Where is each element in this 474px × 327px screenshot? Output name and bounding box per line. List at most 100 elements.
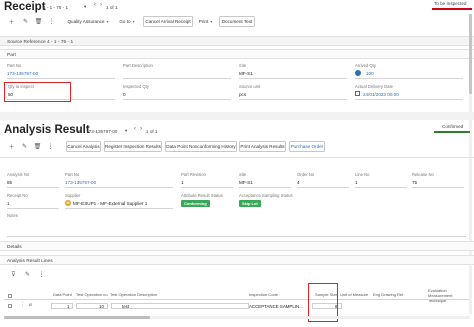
notes-label: Notes xyxy=(7,213,18,218)
inspected-qty-label: Inspected Qty xyxy=(123,84,149,89)
purchase-order-button[interactable]: Purchase Order xyxy=(289,141,325,152)
chevron-down-icon: ▾ xyxy=(84,4,87,9)
print-menu[interactable]: Print ▾ xyxy=(195,16,216,27)
test-operation-description-cell[interactable] xyxy=(111,303,249,309)
analysis-part-no-value[interactable]: 173-135797-00 xyxy=(65,180,96,185)
attribute-result-status-label: Attribute Result Status xyxy=(181,193,223,198)
line-no-underline xyxy=(355,187,407,188)
analysis-status: Confirmed xyxy=(442,124,464,129)
row-checkbox[interactable] xyxy=(8,304,12,308)
actual-delivery-date-label: Actual Delivery Date xyxy=(355,84,393,89)
analysis-pager-next[interactable]: › xyxy=(140,126,142,132)
analysis-site-label: Site xyxy=(239,172,247,177)
go-to-menu[interactable]: Go to ▾ xyxy=(115,16,139,27)
cancel-arrival-receipt-button[interactable]: Cancel Arrival Receipt xyxy=(143,16,193,27)
receipt-record-dropdown[interactable]: ▾ xyxy=(84,4,86,10)
info-icon[interactable] xyxy=(355,70,361,76)
release-no-underline xyxy=(412,187,464,188)
cancel-analysis-button[interactable]: Cancel Analysis xyxy=(66,141,101,152)
receipt-status: To be Inspected xyxy=(434,1,467,6)
page-scrollbar-thumb[interactable] xyxy=(469,14,472,94)
receipt-no-underline xyxy=(7,208,59,209)
pencil-icon[interactable]: ✎ xyxy=(22,269,33,280)
receipt-pager-prev[interactable]: ‹ xyxy=(94,2,96,8)
analysis-record-dropdown[interactable]: ▾ xyxy=(125,128,127,134)
skip-lot-badge: Skip Lot xyxy=(239,200,261,207)
chevron-down-icon: ▾ xyxy=(125,128,128,133)
print-analysis-results-button[interactable]: Print Analysis Results xyxy=(239,141,286,152)
source-reference-label: Source Reference 4 - 1 - 75 - 1 xyxy=(7,39,74,45)
part-description-label: Part Description xyxy=(123,63,153,68)
register-inspection-results-button[interactable]: Register Inspection Results xyxy=(104,141,162,152)
table-row[interactable]: ⋮ ⌀ 1 10 test ACCEPTANCE SAMPLIN... 8 xyxy=(4,300,470,312)
header-data-point[interactable]: Data Point xyxy=(53,292,72,297)
receipt-no-value: 1 xyxy=(7,201,10,206)
dots-icon[interactable]: ⋮ xyxy=(36,269,47,280)
inspected-qty-underline xyxy=(123,99,231,100)
receipt-title: Receipt xyxy=(4,1,46,13)
quality-assurance-label: Quality Assurance xyxy=(67,19,105,24)
quality-assurance-menu[interactable]: Quality Assurance ▾ xyxy=(64,16,112,27)
part-revision-value: 1 xyxy=(181,180,184,185)
header-unit-of-measure[interactable]: Unit of Measure xyxy=(340,292,368,297)
analysis-record-ref: 85 - 173-135797-00 xyxy=(77,129,118,134)
order-no-value: 4 xyxy=(297,180,300,185)
analysis-no-label: Analysis No xyxy=(7,172,30,177)
details-section[interactable]: Details xyxy=(0,241,474,251)
trash-icon[interactable]: 🗑 xyxy=(32,141,43,152)
header-test-operation-no[interactable]: Test Operation no xyxy=(76,292,108,297)
analysis-status-indicator xyxy=(434,131,470,133)
analysis-site-underline xyxy=(239,187,291,188)
print-label: Print xyxy=(198,19,209,24)
paperclip-icon[interactable]: ⌀ xyxy=(29,302,32,308)
analysis-site-value: MF-S1 xyxy=(239,180,253,185)
inspection-code-value[interactable]: ACCEPTANCE SAMPLIN... xyxy=(249,304,303,309)
table-horizontal-scrollbar-thumb[interactable] xyxy=(4,316,150,319)
acceptance-sampling-status-label: Acceptance Sampling Status xyxy=(239,193,293,198)
header-inspection-code[interactable]: Inspection Code xyxy=(249,292,278,297)
receipt-no-label: Receipt No xyxy=(7,193,28,198)
plus-icon[interactable]: ＋ xyxy=(6,141,17,152)
analysis-pager-text: 1 of 1 xyxy=(146,129,158,134)
part-section-label: Part xyxy=(7,52,16,58)
data-point-value: 1 xyxy=(67,304,70,309)
supplier-value[interactable]: MF-ESUP1 - MF-External Supplier 1 xyxy=(73,201,147,206)
pencil-icon[interactable]: ✎ xyxy=(19,141,30,152)
dots-icon[interactable]: ⋮ xyxy=(45,141,56,152)
line-no-label: Line No xyxy=(355,172,370,177)
trash-icon[interactable]: 🗑 xyxy=(33,16,44,27)
select-all-checkbox[interactable] xyxy=(8,294,12,298)
data-point-cell[interactable] xyxy=(51,303,73,309)
arrived-qty-value[interactable]: 100 xyxy=(366,71,374,76)
data-point-history-button[interactable]: Data Point Nonconforming History xyxy=(165,141,237,152)
document-text-button[interactable]: Document Text xyxy=(219,16,255,27)
part-no-value[interactable]: 173-135797-00 xyxy=(7,71,38,76)
receipt-status-indicator xyxy=(432,8,472,10)
site-value: MF-S1 xyxy=(239,71,253,76)
arrived-qty-underline xyxy=(355,78,463,79)
source-unit-value: pcs xyxy=(239,92,247,97)
calendar-icon[interactable] xyxy=(355,91,360,96)
add-icon[interactable]: ＋ xyxy=(6,16,17,27)
test-operation-description-value: test xyxy=(122,304,130,309)
receipt-pager-text: 1 of 1 xyxy=(106,5,118,10)
analysis-pager-prev[interactable]: ‹ xyxy=(134,126,136,132)
pencil-icon[interactable]: ✎ xyxy=(20,16,31,27)
receipt-pager-next[interactable]: › xyxy=(100,2,102,8)
header-test-operation-description[interactable]: Test Operation Description xyxy=(110,292,157,297)
part-section: Part xyxy=(0,49,474,59)
analysis-no-value: 85 xyxy=(7,180,13,185)
actual-delivery-date-value: 24/01/2023 00:00 xyxy=(363,92,399,97)
dots-icon[interactable]: ⋮ xyxy=(46,16,57,27)
more-icon[interactable]: ⋮ xyxy=(20,302,25,308)
source-reference-section[interactable]: Source Reference 4 - 1 - 75 - 1 xyxy=(0,36,474,46)
release-no-value: 75 xyxy=(412,180,418,185)
panel-divider xyxy=(0,112,474,120)
analysis-result-lines-label: Analysis Result Lines xyxy=(7,258,53,264)
header-eng-drawing-ref[interactable]: Eng Drawing Ref xyxy=(373,292,403,297)
filter-icon[interactable]: ⊽ xyxy=(8,269,19,280)
part-no-underline xyxy=(7,78,115,79)
analysis-part-no-underline xyxy=(65,187,173,188)
supplier-underline xyxy=(65,208,173,209)
conforming-badge: Conforming xyxy=(181,200,210,207)
